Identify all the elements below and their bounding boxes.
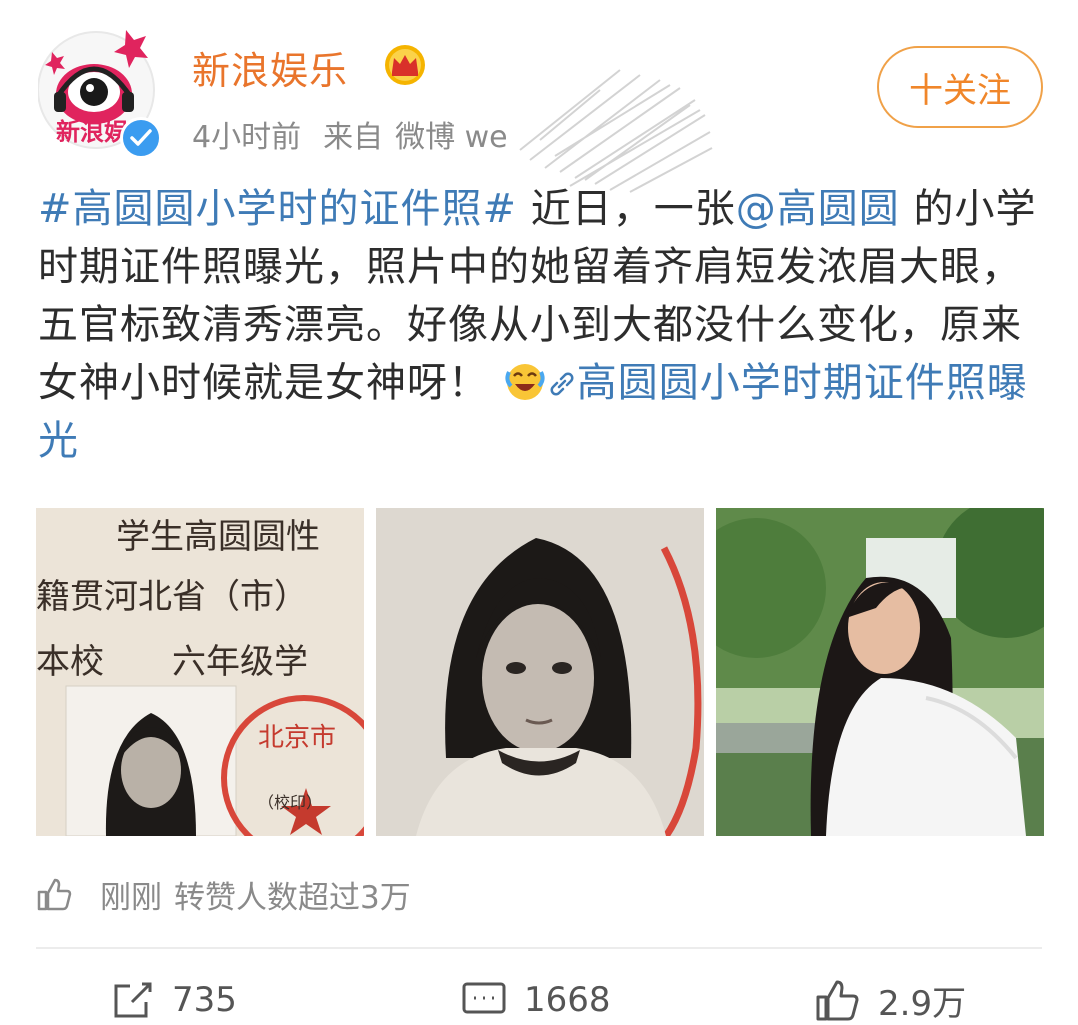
share-count: 735 <box>172 980 237 1020</box>
comment-button[interactable]: 1668 <box>460 975 611 1025</box>
like-icon <box>816 980 859 1021</box>
post-source[interactable]: 微博 we <box>395 120 508 155</box>
share-button[interactable]: 735 <box>112 975 237 1025</box>
laugh-cry-emoji-icon <box>503 358 547 402</box>
follow-button[interactable]: 十关注 <box>877 46 1043 128</box>
redaction-scribble <box>500 60 740 200</box>
photo-portrait-closeup[interactable] <box>376 508 704 836</box>
photo-adult-outdoor[interactable] <box>716 508 1044 836</box>
stamp-text: 北京市 <box>258 723 336 753</box>
post-body-1: 近日，一张 <box>517 186 736 232</box>
comment-count: 1668 <box>524 980 611 1020</box>
post-text: #高圆圆小学时的证件照# 近日，一张@高圆圆 的小学时期证件照曝光，照片中的她留… <box>38 180 1038 470</box>
photo-certificate[interactable]: 学生高圆圆性 籍贯河北省（市） 本校 六年级学 北京市 （校印） <box>36 508 364 836</box>
avatar-label: 新浪娱 <box>56 118 129 146</box>
cert-line-2: 籍贯河北省（市） <box>36 577 308 617</box>
cert-line-1: 学生高圆圆性 <box>116 517 320 557</box>
account-name[interactable]: 新浪娱乐 <box>192 40 348 95</box>
stamp-note: （校印） <box>258 793 322 812</box>
like-button[interactable]: 2.9万 <box>814 975 966 1025</box>
link-icon <box>550 372 574 396</box>
cert-line-3: 本校 六年级学 <box>36 642 308 682</box>
post-time: 4小时前 <box>192 120 302 155</box>
hashtag-link[interactable]: #高圆圆小学时的证件照# <box>38 186 517 232</box>
share-icon <box>114 982 152 1018</box>
repost-info: 刚刚 转赞人数超过3万 <box>36 866 423 922</box>
crown-icon <box>382 44 428 86</box>
comment-icon <box>462 982 506 1014</box>
thumb-up-icon <box>37 878 72 911</box>
post-meta: 4小时前 来自 微博 we <box>192 112 530 156</box>
divider <box>36 947 1042 949</box>
repost-time: 刚刚 <box>100 879 162 916</box>
verified-icon <box>120 117 162 159</box>
mention-link[interactable]: @高圆圆 <box>736 186 900 232</box>
repost-text: 转赞人数超过3万 <box>174 879 411 916</box>
source-prefix: 来自 <box>323 120 384 155</box>
like-count: 2.9万 <box>878 983 967 1024</box>
